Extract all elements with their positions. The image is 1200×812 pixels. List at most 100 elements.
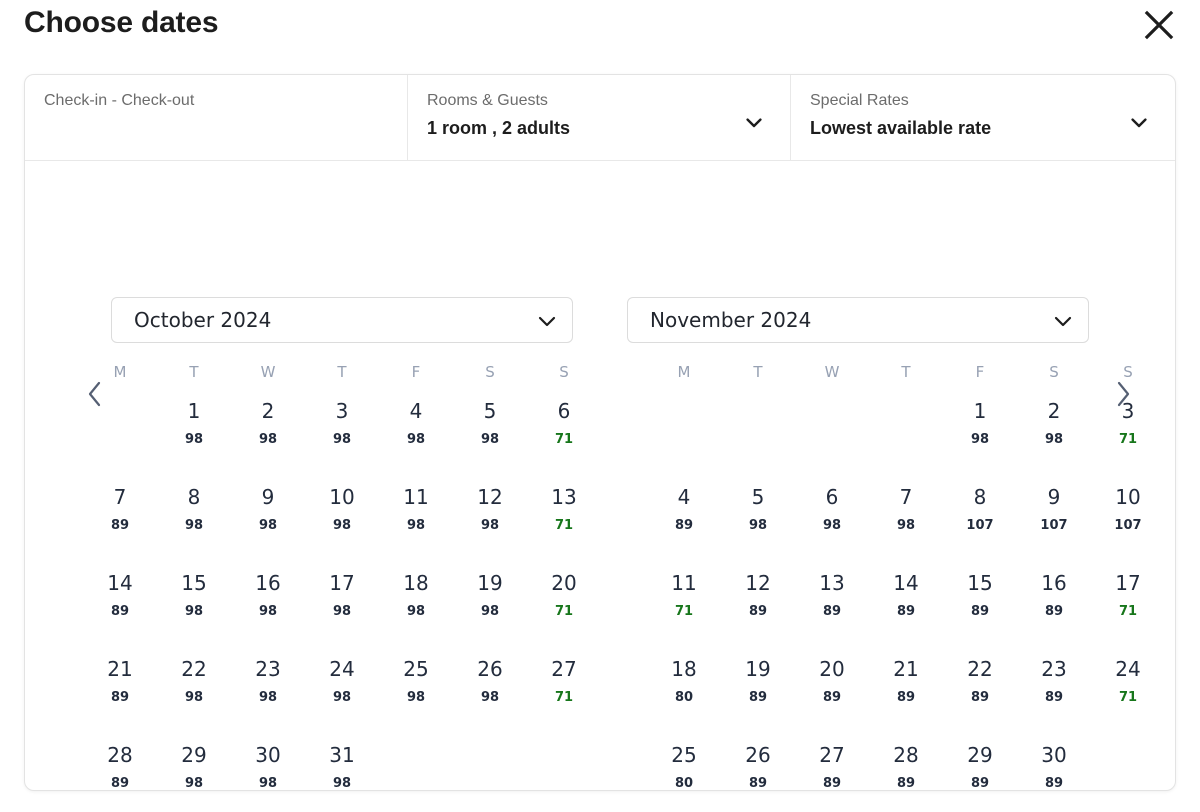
calendar-day-cell[interactable]: 9 107 — [1017, 485, 1091, 557]
calendar-day-cell[interactable]: 5 98 — [453, 399, 527, 471]
day-price: 98 — [822, 518, 842, 533]
close-button[interactable] — [1137, 3, 1181, 47]
calendar-day-cell[interactable]: 7 89 — [83, 485, 157, 557]
day-number: 2 — [1047, 399, 1061, 423]
calendar-day-cell[interactable]: 14 89 — [869, 571, 943, 643]
day-price: 98 — [258, 776, 278, 791]
calendar-day-cell[interactable]: 1 98 — [943, 399, 1017, 471]
month-select-left[interactable]: October 2024 — [111, 297, 573, 343]
day-number: 12 — [477, 485, 503, 509]
calendar-day-cell[interactable]: 19 89 — [721, 657, 795, 729]
calendar-day-cell[interactable]: 15 98 — [157, 571, 231, 643]
day-number: 16 — [1041, 571, 1067, 595]
calendar-day-cell[interactable]: 19 98 — [453, 571, 527, 643]
day-price: 98 — [258, 518, 278, 533]
special-rates-field[interactable]: Special Rates Lowest available rate — [791, 75, 1175, 161]
calendar-day-cell[interactable]: 18 80 — [647, 657, 721, 729]
chevron-down-icon[interactable] — [746, 115, 762, 131]
calendar-day-cell[interactable]: 27 71 — [527, 657, 601, 729]
day-price: 98 — [480, 604, 500, 619]
month-label-left: October 2024 — [134, 308, 272, 332]
rooms-guests-field[interactable]: Rooms & Guests 1 room , 2 adults — [408, 75, 791, 161]
calendar-day-cell[interactable]: 2 98 — [1017, 399, 1091, 471]
calendar-day-cell[interactable]: 28 89 — [869, 743, 943, 790]
calendar-day-cell[interactable]: 17 71 — [1091, 571, 1165, 643]
calendar-day-cell-empty — [795, 399, 869, 471]
calendar-day-cell[interactable]: 11 71 — [647, 571, 721, 643]
calendar-day-cell[interactable]: 5 98 — [721, 485, 795, 557]
day-price: 89 — [1044, 604, 1064, 619]
calendar-day-cell[interactable]: 6 98 — [795, 485, 869, 557]
calendar-day-cell[interactable]: 23 89 — [1017, 657, 1091, 729]
day-price: 98 — [332, 604, 352, 619]
calendar-day-cell[interactable]: 22 98 — [157, 657, 231, 729]
calendar-day-cell[interactable]: 22 89 — [943, 657, 1017, 729]
day-of-week-label: T — [901, 363, 911, 381]
calendar-day-cell[interactable]: 26 89 — [721, 743, 795, 790]
dialog-header: Choose dates — [0, 0, 1200, 60]
calendar-day-cell[interactable]: 18 98 — [379, 571, 453, 643]
calendar-day-cell[interactable]: 20 89 — [795, 657, 869, 729]
rooms-guests-value: 1 room , 2 adults — [427, 118, 571, 138]
calendar-day-cell[interactable]: 30 98 — [231, 743, 305, 791]
calendar-day-cell[interactable]: 10 98 — [305, 485, 379, 557]
calendar-day-cell[interactable]: 12 98 — [453, 485, 527, 557]
calendar-day-cell-empty — [869, 399, 943, 471]
day-price: 80 — [674, 776, 694, 791]
calendar-day-cell[interactable]: 25 98 — [379, 657, 453, 729]
calendar-day-cell[interactable]: 24 71 — [1091, 657, 1165, 729]
calendar-day-cell[interactable]: 21 89 — [869, 657, 943, 729]
checkin-checkout-field[interactable]: Check-in - Check-out — [25, 75, 408, 161]
calendar-day-cell[interactable]: 3 71 — [1091, 399, 1165, 471]
calendar-day-cell[interactable]: 15 89 — [943, 571, 1017, 643]
calendar-day-cell[interactable]: 8 107 — [943, 485, 1017, 557]
calendar-day-cell[interactable]: 27 89 — [795, 743, 869, 790]
chevron-down-icon[interactable] — [1131, 115, 1147, 131]
calendars-container: October 2024 November 2024 M T W T F S S 1 98 2 98… — [25, 161, 1175, 791]
calendar-day-cell[interactable]: 26 98 — [453, 657, 527, 729]
chevron-down-icon[interactable] — [1054, 312, 1072, 330]
chevron-down-icon[interactable] — [538, 312, 556, 330]
day-number: 9 — [1047, 485, 1061, 509]
calendar-day-cell[interactable]: 30 89 — [1017, 743, 1091, 790]
calendar-day-cell[interactable]: 29 89 — [943, 743, 1017, 791]
calendar-day-cell[interactable]: 6 71 — [527, 399, 601, 471]
calendar-day-cell[interactable]: 9 98 — [231, 485, 305, 557]
calendar-day-cell[interactable]: 4 98 — [379, 399, 453, 471]
day-number: 5 — [751, 485, 765, 509]
month-select-right[interactable]: November 2024 — [627, 297, 1089, 343]
calendar-day-cell[interactable]: 2 98 — [231, 399, 305, 471]
calendar-day-cell[interactable]: 21 89 — [83, 657, 157, 729]
calendar-day-cell[interactable]: 10 107 — [1091, 485, 1165, 557]
calendar-day-cell[interactable]: 16 98 — [231, 571, 305, 643]
calendar-day-cell[interactable]: 31 98 — [305, 743, 379, 790]
calendar-day-cell[interactable]: 20 71 — [527, 571, 601, 643]
calendar-day-cell[interactable]: 24 98 — [305, 657, 379, 729]
calendar-day-cell[interactable]: 17 98 — [305, 571, 379, 643]
calendar-day-cell[interactable]: 11 98 — [379, 485, 453, 557]
calendar-day-cell[interactable]: 1 98 — [157, 399, 231, 471]
calendar-day-cell[interactable]: 7 98 — [869, 485, 943, 557]
calendar-day-cell[interactable]: 3 98 — [305, 399, 379, 471]
day-price: 89 — [110, 518, 130, 533]
day-price: 89 — [970, 776, 990, 791]
day-price: 98 — [406, 518, 426, 533]
calendar-day-cell[interactable]: 13 71 — [527, 485, 601, 557]
day-price: 98 — [406, 604, 426, 619]
calendar-day-cell[interactable]: 16 89 — [1017, 571, 1091, 643]
calendar-day-cell[interactable]: 28 89 — [83, 743, 157, 790]
calendar-day-cell[interactable]: 14 89 — [83, 571, 157, 643]
day-price: 98 — [970, 432, 990, 447]
calendar-day-cell[interactable]: 29 98 — [157, 743, 231, 790]
day-number: 31 — [329, 743, 355, 767]
calendar-week-row: 18 80 19 89 20 89 21 89 22 89 23 89 24 71 — [647, 657, 1165, 729]
calendar-day-cell[interactable]: 25 80 — [647, 743, 721, 791]
calendar-day-cell[interactable]: 12 89 — [721, 571, 795, 643]
calendar-day-cell[interactable]: 4 89 — [647, 485, 721, 557]
day-number: 7 — [899, 485, 913, 509]
calendar-day-cell[interactable]: 8 98 — [157, 485, 231, 557]
calendar-day-cell[interactable]: 13 89 — [795, 571, 869, 643]
calendar-day-cell[interactable]: 23 98 — [231, 657, 305, 729]
calendar-week-row: 21 89 22 98 23 98 24 98 25 98 26 98 27 71 — [83, 657, 601, 729]
day-price: 89 — [822, 690, 842, 705]
